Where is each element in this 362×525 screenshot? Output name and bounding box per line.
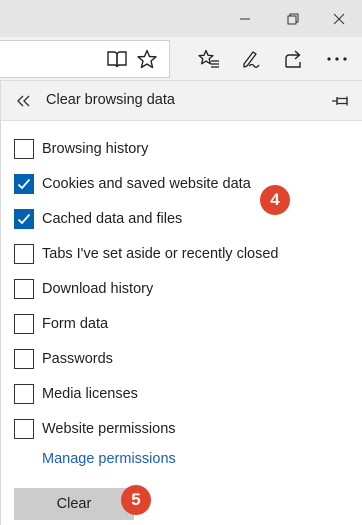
manage-permissions-link[interactable]: Manage permissions — [42, 451, 176, 467]
panel-header: Clear browsing data — [1, 81, 362, 121]
option-label: Tabs I've set aside or recently closed — [42, 246, 279, 262]
checkbox[interactable] — [14, 174, 34, 194]
checkbox[interactable] — [14, 349, 34, 369]
more-icon[interactable] — [322, 44, 352, 74]
checkmark-icon — [17, 213, 31, 225]
checkbox[interactable] — [14, 384, 34, 404]
option-cached-data[interactable]: Cached data and files — [14, 207, 182, 231]
checkbox[interactable] — [14, 279, 34, 299]
window-titlebar — [0, 0, 362, 37]
reading-view-icon[interactable] — [102, 44, 132, 74]
option-website-permissions[interactable]: Website permissions — [14, 417, 176, 441]
option-label: Browsing history — [42, 141, 149, 157]
option-label: Cookies and saved website data — [42, 176, 251, 192]
option-cookies[interactable]: Cookies and saved website data — [14, 172, 251, 196]
close-icon[interactable] — [316, 0, 362, 37]
clear-browsing-data-panel: Clear browsing data Browsing history Coo… — [0, 81, 362, 525]
option-browsing-history[interactable]: Browsing history — [14, 137, 148, 161]
option-media-licenses[interactable]: Media licenses — [14, 382, 138, 406]
option-tabs-set-aside[interactable]: Tabs I've set aside or recently closed — [14, 242, 279, 266]
favorites-hub-icon[interactable] — [194, 44, 224, 74]
option-label: Form data — [42, 316, 109, 332]
step-badge-5: 5 — [121, 485, 151, 515]
step-badge-4: 4 — [260, 185, 290, 215]
checkmark-icon — [17, 178, 31, 190]
share-icon[interactable] — [279, 44, 309, 74]
pen-icon[interactable] — [236, 44, 266, 74]
panel-title: Clear browsing data — [46, 92, 175, 108]
option-download-history[interactable]: Download history — [14, 277, 153, 301]
option-label: Website permissions — [42, 421, 176, 437]
checkbox[interactable] — [14, 314, 34, 334]
option-label: Cached data and files — [42, 211, 183, 227]
restore-icon[interactable] — [270, 0, 316, 37]
checkbox[interactable] — [14, 139, 34, 159]
checkbox[interactable] — [14, 419, 34, 439]
option-label: Media licenses — [42, 386, 138, 402]
option-label: Passwords — [42, 351, 113, 367]
checkbox[interactable] — [14, 244, 34, 264]
pin-icon[interactable] — [331, 93, 349, 109]
minimize-icon[interactable] — [222, 0, 268, 37]
option-passwords[interactable]: Passwords — [14, 347, 113, 371]
back-chevrons-icon[interactable] — [15, 92, 33, 110]
clear-button[interactable]: Clear — [14, 488, 134, 520]
checkbox[interactable] — [14, 209, 34, 229]
option-form-data[interactable]: Form data — [14, 312, 108, 336]
option-label: Download history — [42, 281, 154, 297]
favorite-star-icon[interactable] — [132, 44, 162, 74]
